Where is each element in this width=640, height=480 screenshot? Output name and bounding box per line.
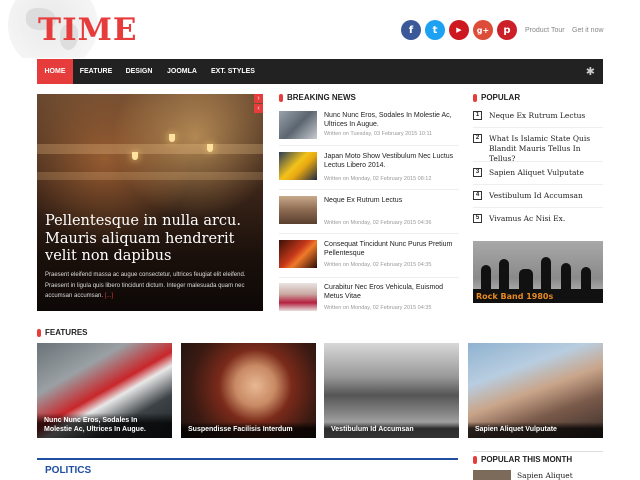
product-tour-link[interactable]: Product Tour — [525, 27, 565, 34]
news-title[interactable]: Consequat Tincidunt Nunc Purus Pretium P… — [324, 240, 462, 258]
feature-card[interactable]: Suspendisse Facilisis Interdum — [181, 343, 316, 438]
list-item[interactable]: Japan Moto Show Vestibulum Nec Luctus Le… — [279, 152, 459, 190]
facebook-icon[interactable]: f — [401, 20, 421, 40]
news-date: Written on Monday, 02 February 2015 04:3… — [324, 220, 432, 226]
breaking-news-title: BREAKING NEWS — [279, 93, 356, 102]
popular-item-title[interactable]: Sapien Aliquet Vulputate — [489, 168, 607, 178]
nav-item-design[interactable]: DESIGN — [121, 59, 157, 84]
politics-title[interactable]: POLITICS — [37, 458, 458, 476]
news-title[interactable]: Nunc Nunc Eros, Sodales In Molestie Ac, … — [324, 111, 462, 129]
feature-title[interactable]: Nunc Nunc Eros, Sodales In Molestie Ac, … — [37, 413, 172, 438]
feature-card[interactable]: Sapien Aliquet Vulputate — [468, 343, 603, 438]
divider — [473, 207, 603, 208]
youtube-icon[interactable]: ▶ — [449, 20, 469, 40]
rank-number: 3 — [473, 168, 482, 177]
nav-item-joomla[interactable]: JOOMLA — [163, 59, 201, 84]
twitter-icon[interactable]: t — [425, 20, 445, 40]
divider — [279, 233, 459, 234]
news-date: Written on Tuesday, 03 February 2015 10:… — [324, 131, 433, 137]
divider — [473, 161, 603, 162]
feature-title[interactable]: Sapien Aliquet Vulputate — [468, 422, 603, 438]
popular-item-title[interactable]: Neque Ex Rutrum Lectus — [489, 111, 607, 121]
prev-arrow-icon[interactable]: ‹ — [254, 104, 263, 113]
site-header: TIME f t ▶ g+ p Product Tour Get it now — [0, 0, 640, 58]
news-thumbnail[interactable] — [279, 111, 317, 139]
news-date: Written on Monday, 02 February 2015 04:3… — [324, 305, 432, 311]
divider — [279, 145, 459, 146]
popular-item-title[interactable]: What Is Islamic State Quis Blandit Mauri… — [489, 134, 607, 164]
rock-band-banner[interactable]: Rock Band 1980s — [473, 241, 603, 303]
divider — [279, 189, 459, 190]
divider — [279, 277, 459, 278]
main-nav: HOME FEATURE DESIGN JOOMLA EXT. STYLES ✱ — [37, 59, 603, 84]
news-title[interactable]: Japan Moto Show Vestibulum Nec Luctus Le… — [324, 152, 462, 170]
feature-card[interactable]: Nunc Nunc Eros, Sodales In Molestie Ac, … — [37, 343, 172, 438]
news-title[interactable]: Curabitur Nec Eros Vehicula, Euismod Met… — [324, 283, 462, 301]
hero-text: Praesent eleifend massa ac augue consect… — [45, 272, 246, 299]
next-arrow-icon[interactable]: › — [254, 94, 263, 103]
lamp-icon — [169, 134, 175, 142]
popular-title: POPULAR — [473, 93, 520, 102]
features-title: FEATURES — [37, 328, 88, 337]
news-thumbnail[interactable] — [279, 283, 317, 311]
popular-month-title: POPULAR THIS MONTH — [473, 455, 572, 464]
rank-number: 2 — [473, 134, 482, 143]
site-logo[interactable]: TIME — [38, 12, 138, 48]
popular-month-item[interactable]: Sapien Aliquet — [517, 471, 573, 480]
rank-number: 5 — [473, 214, 482, 223]
hero-slide[interactable]: › ‹ Pellentesque in nulla arcu. Mauris a… — [37, 94, 263, 311]
news-title[interactable]: Neque Ex Rutrum Lectus — [324, 196, 462, 205]
divider — [473, 451, 603, 452]
list-item[interactable]: Nunc Nunc Eros, Sodales In Molestie Ac, … — [279, 111, 459, 149]
nav-item-feature[interactable]: FEATURE — [77, 59, 115, 84]
news-date: Written on Monday, 02 February 2015 04:3… — [324, 262, 432, 268]
divider — [473, 127, 603, 128]
list-item[interactable]: Consequat Tincidunt Nunc Purus Pretium P… — [279, 240, 459, 278]
divider — [473, 184, 603, 185]
list-item[interactable]: Neque Ex Rutrum Lectus Written on Monday… — [279, 196, 459, 234]
read-more-link[interactable]: [...] — [105, 293, 113, 299]
rank-number: 4 — [473, 191, 482, 200]
popular-item-title[interactable]: Vestibulum Id Accumsan — [489, 191, 607, 201]
news-thumbnail[interactable] — [279, 196, 317, 224]
feature-card[interactable]: Vestibulum Id Accumsan — [324, 343, 459, 438]
news-date: Written on Monday, 02 February 2015 08:1… — [324, 176, 432, 182]
get-it-now-link[interactable]: Get it now — [572, 27, 604, 34]
pinterest-icon[interactable]: p — [497, 20, 517, 40]
google-plus-icon[interactable]: g+ — [473, 20, 493, 40]
list-item[interactable]: Curabitur Nec Eros Vehicula, Euismod Met… — [279, 283, 459, 321]
nav-item-ext-styles[interactable]: EXT. STYLES — [207, 59, 259, 84]
popular-item-title[interactable]: Vivamus Ac Nisi Ex. — [489, 214, 607, 224]
rank-number: 1 — [473, 111, 482, 120]
news-thumbnail[interactable] — [279, 240, 317, 268]
lamp-icon — [207, 144, 213, 152]
news-thumbnail[interactable] — [473, 470, 511, 480]
nav-item-home[interactable]: HOME — [37, 59, 73, 84]
feature-title[interactable]: Vestibulum Id Accumsan — [324, 422, 459, 438]
hero-title[interactable]: Pellentesque in nulla arcu. Mauris aliqu… — [45, 213, 255, 266]
feature-title[interactable]: Suspendisse Facilisis Interdum — [181, 422, 316, 438]
banner-label: Rock Band 1980s — [476, 292, 554, 301]
asterisk-icon[interactable]: ✱ — [586, 65, 595, 78]
news-thumbnail[interactable] — [279, 152, 317, 180]
slide-controls: › ‹ — [254, 94, 263, 114]
lamp-icon — [132, 152, 138, 160]
